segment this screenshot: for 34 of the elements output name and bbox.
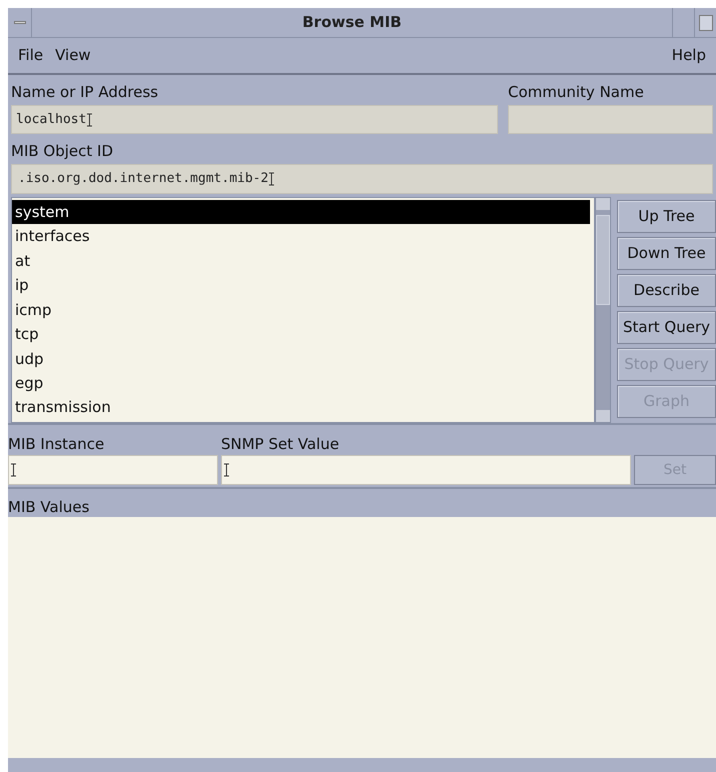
tree-item[interactable]: icmp: [12, 298, 594, 322]
menu-item[interactable]: Help: [672, 44, 706, 67]
tree-item[interactable]: tcp: [12, 322, 594, 347]
text-cursor-icon: [224, 463, 229, 477]
text-cursor-icon: [269, 172, 274, 186]
scrollbar[interactable]: [595, 197, 611, 423]
field-label: MIB Instance: [8, 434, 106, 455]
tree-item[interactable]: ip: [12, 273, 594, 298]
field-label: MIB Object ID: [11, 141, 114, 162]
section-label: MIB Values: [8, 498, 90, 516]
field-label: Name or IP Address: [11, 82, 160, 103]
action-button[interactable]: Up Tree: [617, 200, 716, 233]
field-label: SNMP Set Value: [221, 434, 340, 455]
action-button[interactable]: Start Query: [617, 311, 716, 344]
instance-field[interactable]: [8, 455, 218, 485]
tree-item[interactable]: udp: [12, 346, 594, 372]
host-field[interactable]: localhost: [11, 105, 498, 134]
window-title: Browse MIB: [301, 12, 403, 34]
object-id-field[interactable]: .iso.org.dod.internet.mgmt.mib-2: [11, 164, 713, 194]
field-label: Community Name: [508, 82, 645, 103]
maximize-button[interactable]: [694, 8, 716, 37]
text-cursor-icon: [87, 112, 92, 126]
action-button[interactable]: Down Tree: [617, 237, 716, 270]
tree-item[interactable]: transmission: [12, 396, 594, 420]
tree-item[interactable]: system: [12, 200, 590, 224]
set-value-field[interactable]: [221, 455, 631, 485]
tree-item[interactable]: egp: [12, 371, 594, 396]
community-field[interactable]: [508, 105, 713, 134]
tree-item[interactable]: interfaces: [12, 224, 594, 249]
action-button[interactable]: Describe: [617, 274, 716, 307]
menu-item[interactable]: View: [55, 44, 91, 67]
tree-item[interactable]: at: [12, 248, 594, 274]
text-cursor-icon: [11, 463, 16, 477]
menu-item[interactable]: File: [18, 44, 44, 67]
